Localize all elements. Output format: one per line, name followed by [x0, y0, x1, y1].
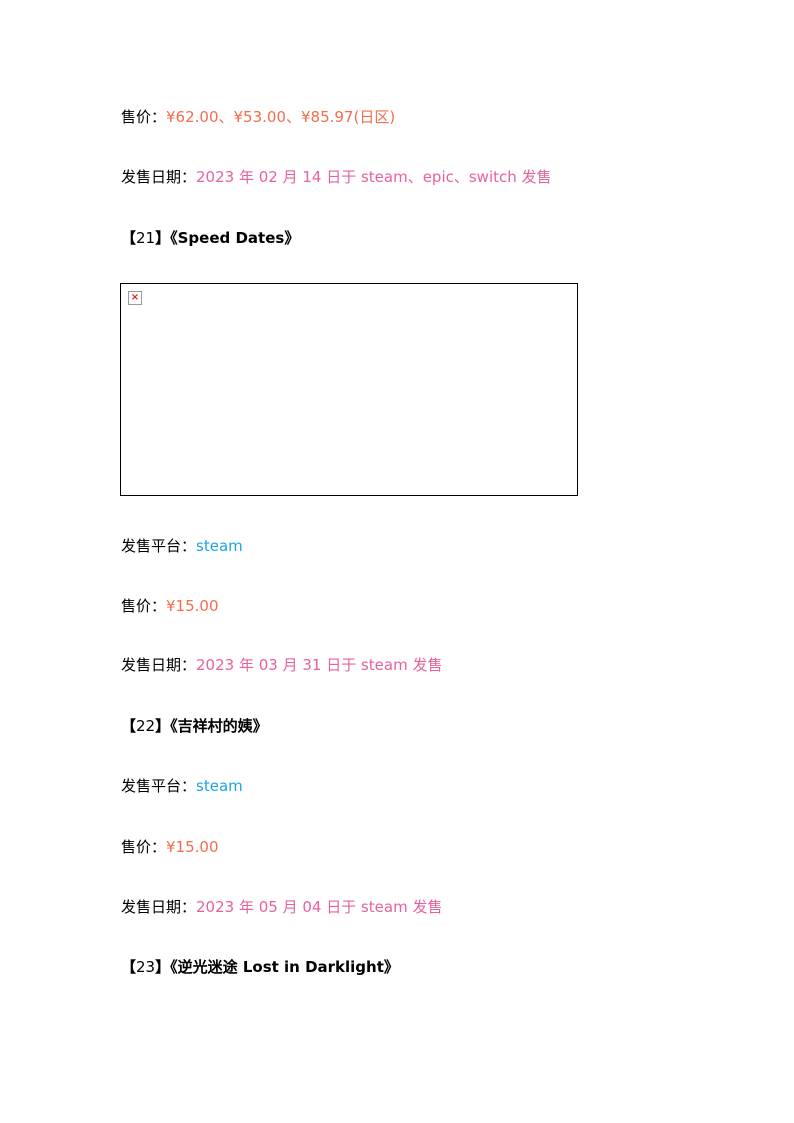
heading-bracket-close: 】	[155, 958, 171, 976]
release-date-line: 发售日期：2023 年 02 月 14 日于 steam、epic、switch…	[121, 167, 552, 187]
heading-bracket-open: 【	[121, 229, 137, 247]
heading-bracket-open: 【	[121, 717, 137, 735]
heading-bracket-open: 【	[121, 958, 137, 976]
release-date-label: 发售日期：	[121, 898, 197, 916]
heading-number: 22	[136, 717, 156, 735]
platform-line: 发售平台：steam	[121, 776, 243, 796]
price-line: 售价：¥15.00	[121, 837, 219, 857]
release-date-value: 2023 年 05 月 04 日于 steam 发售	[196, 898, 443, 916]
release-date-line: 发售日期：2023 年 03 月 31 日于 steam 发售	[121, 655, 442, 675]
release-date-line: 发售日期：2023 年 05 月 04 日于 steam 发售	[121, 897, 442, 917]
platform-label: 发售平台：	[121, 777, 197, 795]
platform-value: steam	[196, 777, 243, 795]
platform-line: 发售平台：steam	[121, 536, 243, 556]
platform-label: 发售平台：	[121, 537, 197, 555]
heading-number: 23	[136, 958, 156, 976]
game-heading-21: 【21】《Speed Dates》	[121, 228, 299, 248]
game-heading-23: 【23】《逆光迷途 Lost in Darklight》	[121, 957, 399, 977]
game-heading-22: 【22】《吉祥村的姨》	[121, 716, 268, 736]
heading-bracket-close: 】	[155, 717, 171, 735]
price-label: 售价：	[121, 108, 167, 126]
game-image-placeholder: ×	[120, 283, 578, 496]
broken-image-icon: ×	[128, 291, 142, 305]
heading-bracket-close: 】	[155, 229, 171, 247]
price-value: ¥15.00	[166, 597, 219, 615]
price-line: 售价：¥15.00	[121, 596, 219, 616]
price-label: 售价：	[121, 838, 167, 856]
game-title: 《逆光迷途 Lost in Darklight》	[170, 958, 399, 976]
release-date-label: 发售日期：	[121, 656, 197, 674]
price-value: ¥15.00	[166, 838, 219, 856]
platform-value: steam	[196, 537, 243, 555]
release-date-value: 2023 年 03 月 31 日于 steam 发售	[196, 656, 443, 674]
price-line: 售价：¥62.00、¥53.00、¥85.97(日区)	[121, 107, 395, 127]
release-date-label: 发售日期：	[121, 168, 197, 186]
price-label: 售价：	[121, 597, 167, 615]
game-title: 《Speed Dates》	[170, 229, 300, 247]
game-title: 《吉祥村的姨》	[170, 717, 268, 735]
heading-number: 21	[136, 229, 156, 247]
price-value: ¥62.00、¥53.00、¥85.97(日区)	[166, 108, 396, 126]
release-date-value: 2023 年 02 月 14 日于 steam、epic、switch 发售	[196, 168, 552, 186]
